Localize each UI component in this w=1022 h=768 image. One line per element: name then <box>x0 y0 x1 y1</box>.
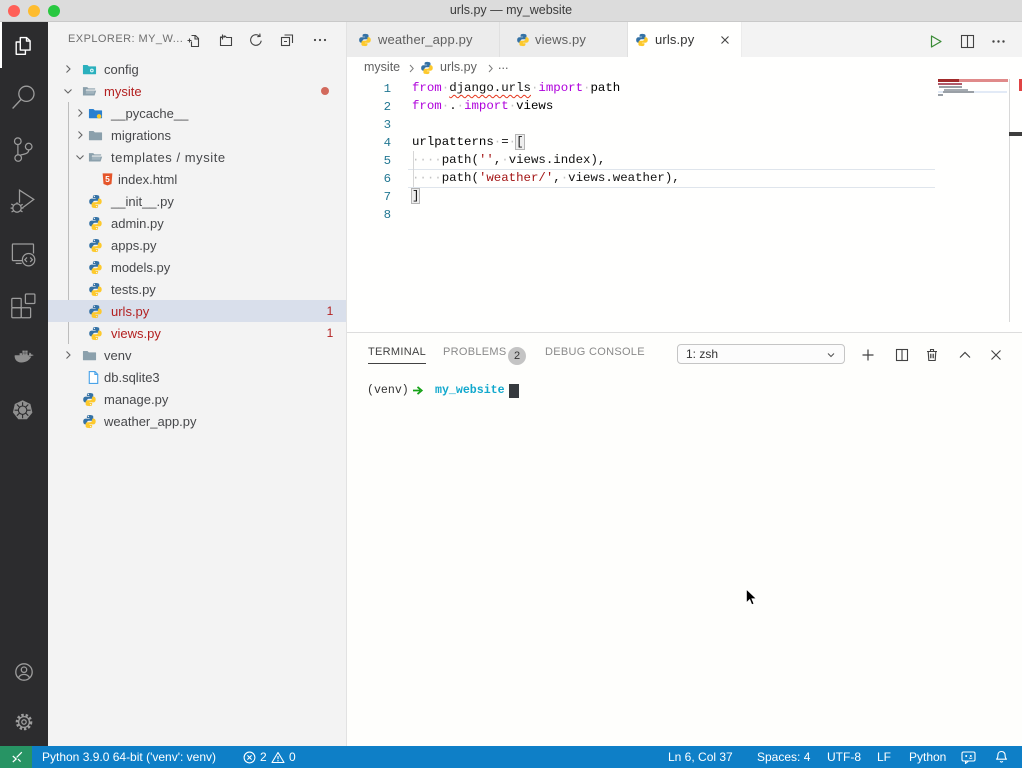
svg-text:5: 5 <box>105 174 110 184</box>
